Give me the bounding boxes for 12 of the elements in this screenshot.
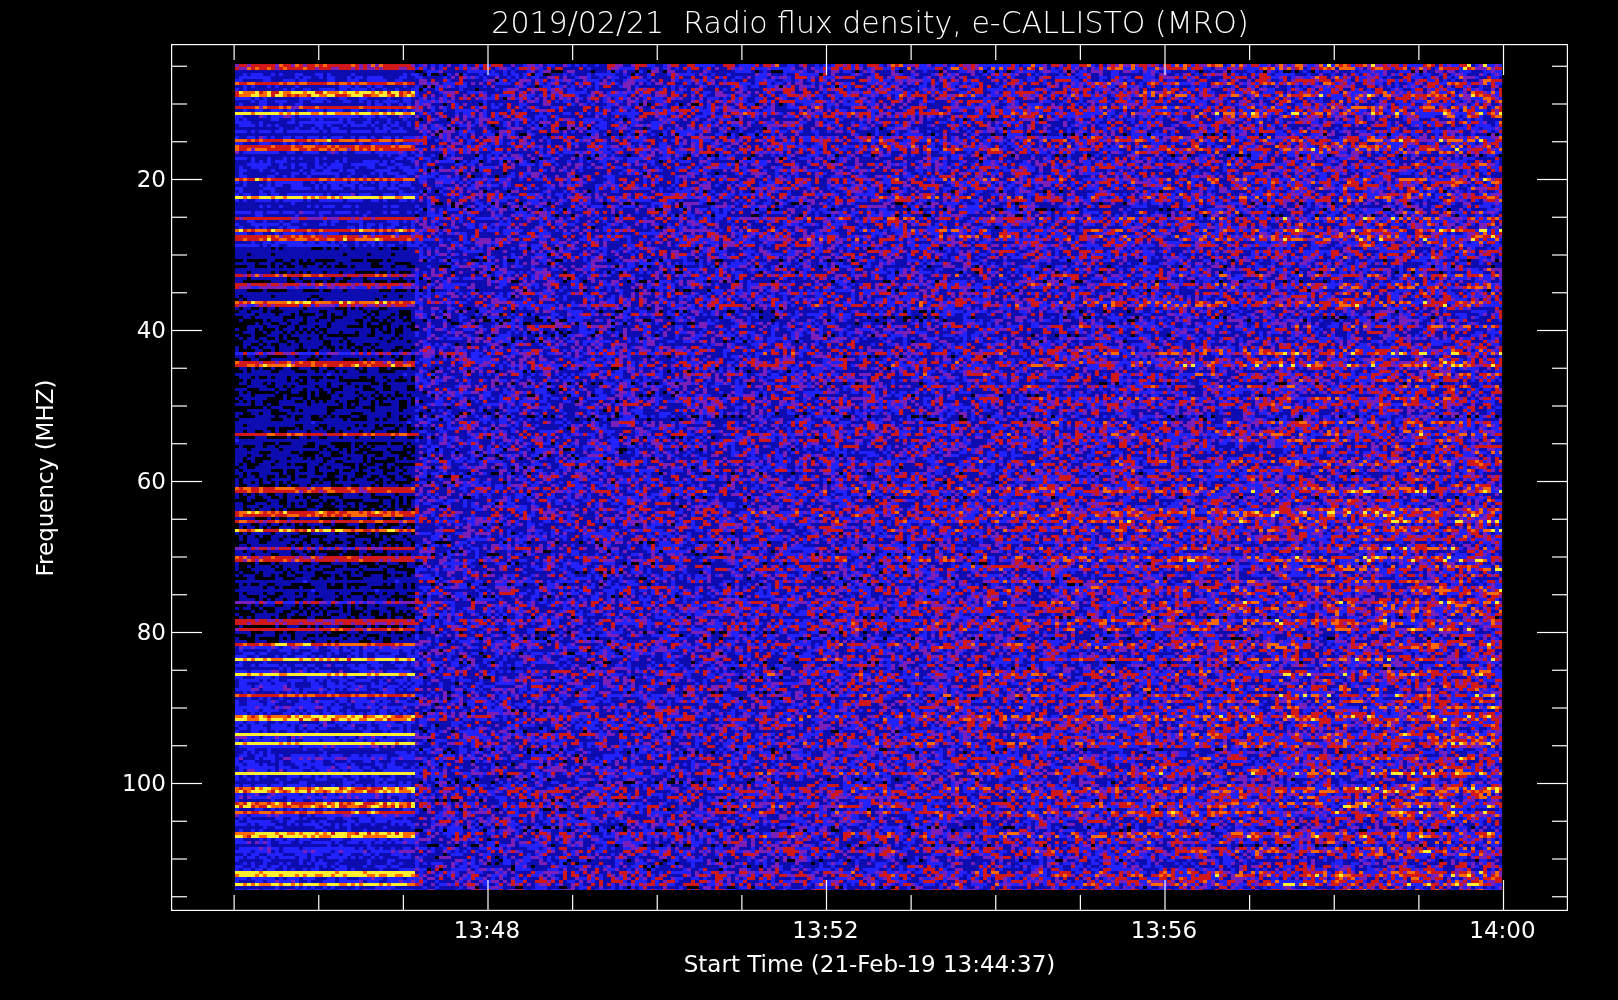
x-tick-label: 14:00 <box>1469 917 1536 943</box>
y-tick-label: 20 <box>136 165 166 192</box>
x-tick-label: 13:48 <box>453 917 521 943</box>
y-tick-label: 40 <box>136 316 166 343</box>
y-tick-label: 80 <box>136 618 166 645</box>
chart-title: 2019/02/21 Radio flux density, e-CALLISTO (MRO) <box>490 3 1250 42</box>
y-tick-label: 100 <box>122 769 166 796</box>
x-tick-label: 13:52 <box>792 917 859 943</box>
y-axis-label: Frequency (MHZ) <box>32 379 58 577</box>
x-tick-label: 13:56 <box>1130 917 1198 943</box>
y-tick-label: 60 <box>136 467 166 494</box>
x-axis-label: Start Time (21-Feb-19 13:44:37) <box>683 951 1056 977</box>
